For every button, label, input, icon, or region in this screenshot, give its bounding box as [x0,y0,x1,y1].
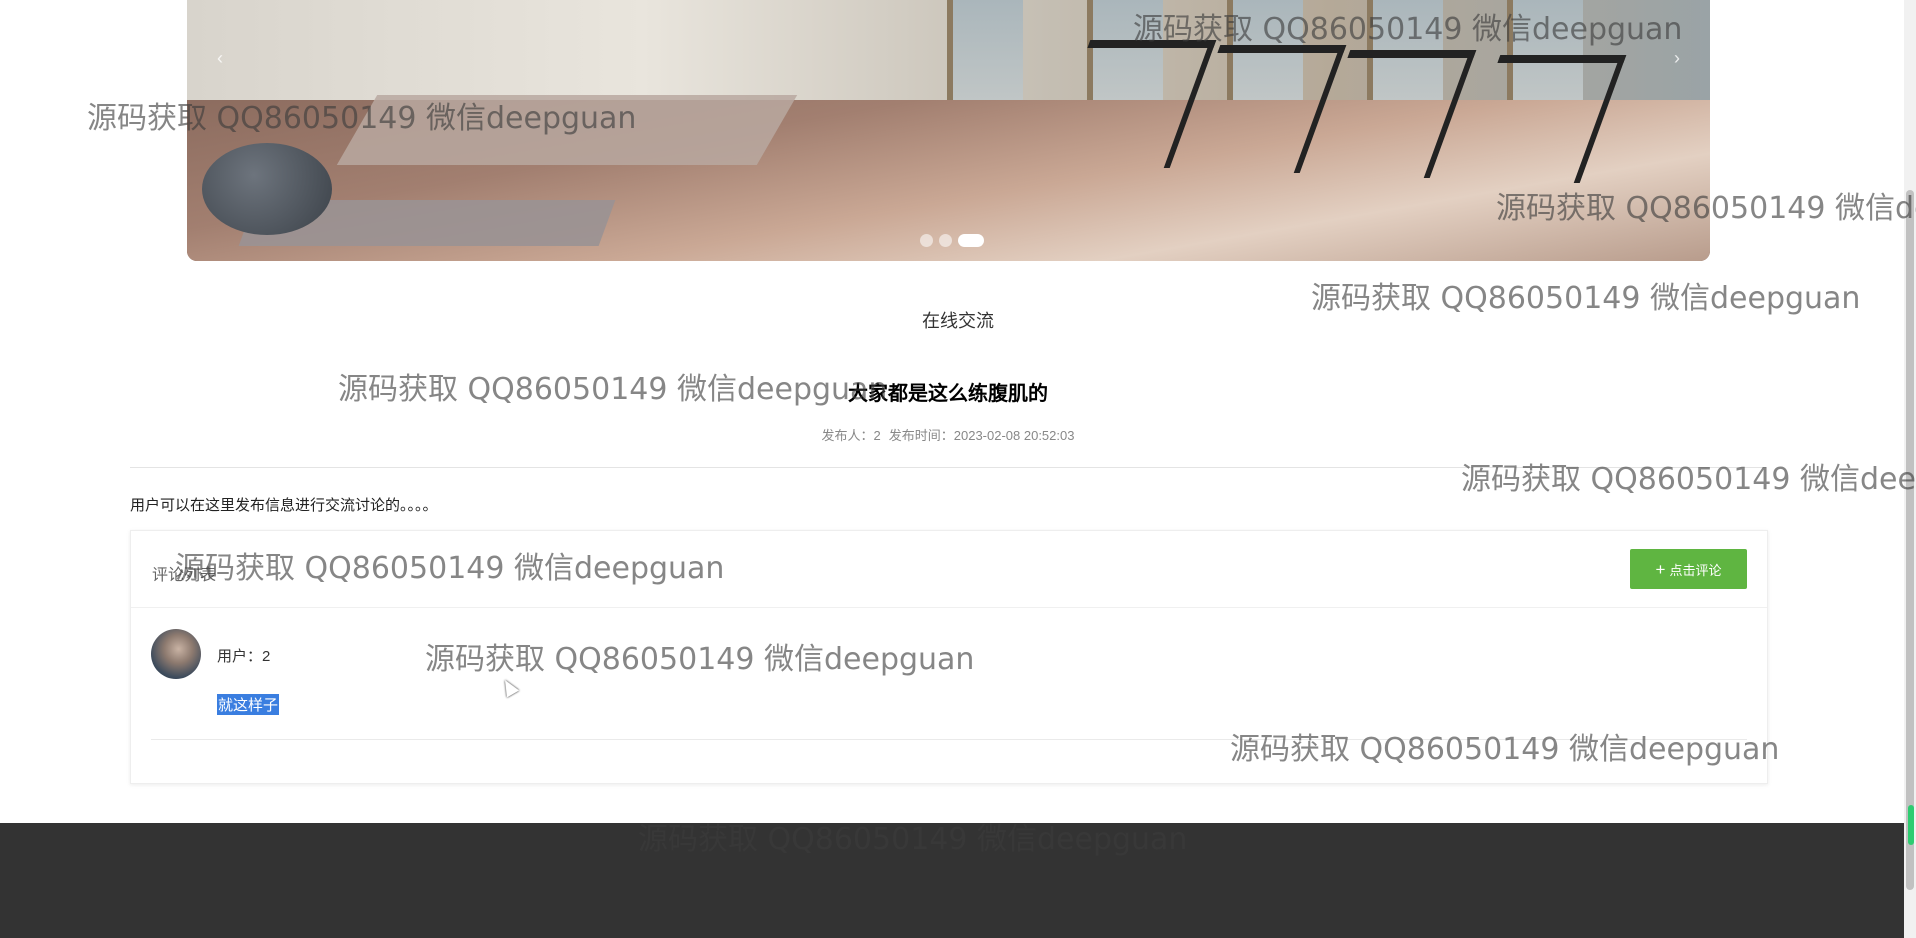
post-publisher: 发布人：2 [821,428,881,443]
banner-ball [202,143,332,235]
post-meta: 发布人：2 发布时间：2023-02-08 20:52:03 [0,425,1896,444]
plus-icon: + [1655,559,1666,579]
carousel-indicators [920,234,984,247]
add-comment-button[interactable]: + 点击评论 [1630,549,1747,589]
divider [130,467,1766,468]
add-comment-label: 点击评论 [1669,562,1722,578]
carousel-dot[interactable] [939,234,952,247]
scrollbar-thumb[interactable] [1906,190,1914,890]
comments-title: 评论列表 [152,567,217,584]
scrollbar[interactable] [1904,0,1916,938]
post-title: 大家都是这么练腹肌的 [848,383,1048,405]
post-body: 用户可以在这里发布信息进行交流讨论的。。。。 [130,497,438,514]
watermark: 源码获取 QQ86050149 微信deep [1461,462,1916,497]
comments-card: 评论列表 + 点击评论 用户：2 就这样子 [130,530,1768,784]
banner-rug [336,95,798,165]
carousel-prev-icon[interactable]: ‹ [217,48,223,69]
comments-header: 评论列表 + 点击评论 [131,531,1767,608]
footer [0,823,1904,938]
comment-text: 就这样子 [217,694,280,715]
post-publish-time: 发布时间：2023-02-08 20:52:03 [888,428,1075,443]
avatar [151,629,201,679]
section-title: 在线交流 [922,311,994,331]
carousel-dot[interactable] [920,234,933,247]
page: ‹ › 在线交流 大家都是这么练腹肌的 发布人：2 发布时间：2023-02-08… [0,0,1916,938]
banner-carousel[interactable]: ‹ › [187,0,1710,261]
comment-user: 用户：2 [217,648,271,665]
carousel-next-icon[interactable]: › [1674,48,1680,69]
comment-item: 用户：2 就这样子 [151,629,1747,740]
scroll-indicator [1908,805,1914,845]
carousel-dot-active[interactable] [958,234,984,247]
